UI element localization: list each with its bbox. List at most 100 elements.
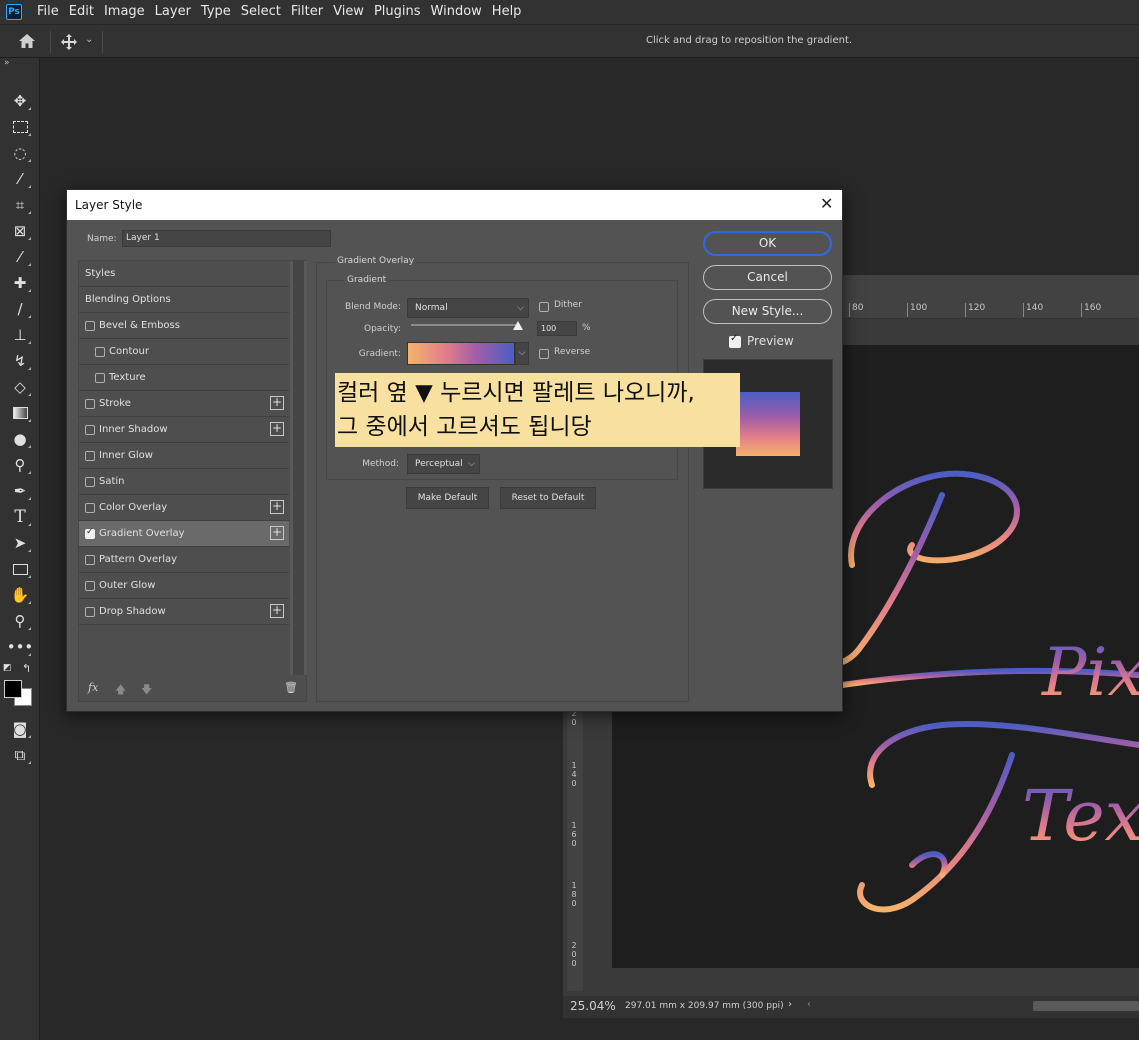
gradient-swatch[interactable] [407,342,515,365]
panel-collapse-icon[interactable]: » [4,58,10,68]
style-checkbox[interactable] [95,347,105,357]
stamp-icon[interactable]: ⊥ [8,324,32,346]
style-item-contour[interactable]: Contour [79,339,289,365]
swap-colors-icon[interactable]: ↰ [22,662,31,675]
screen-mode-icon[interactable]: ⧉ [8,744,32,766]
move-up-icon[interactable]: 🡅 [115,681,126,700]
scroll-left-icon[interactable]: ‹ [807,999,811,1010]
menu-filter[interactable]: Filter [286,0,328,24]
menu-plugins[interactable]: Plugins [369,0,426,24]
style-item-inner-glow[interactable]: Inner Glow [79,443,289,469]
menu-select[interactable]: Select [236,0,286,24]
zoom-icon[interactable]: ⚲ [8,610,32,632]
make-default-button[interactable]: Make Default [406,487,489,509]
style-item-drop-shadow[interactable]: Drop Shadow + [79,599,289,625]
pen-icon[interactable]: ✒ [8,480,32,502]
add-effect-icon[interactable]: + [270,526,284,540]
path-select-icon[interactable]: ➤ [8,532,32,554]
home-icon[interactable] [18,33,36,49]
marquee-icon[interactable] [8,116,32,138]
eraser-icon[interactable]: ◇ [8,376,32,398]
reset-to-default-button[interactable]: Reset to Default [500,487,596,509]
zoom-level[interactable]: 25.04% [570,999,616,1013]
method-select[interactable]: Perceptual ⌵ [407,454,480,474]
gradient-picker-chevron-icon[interactable]: ⌵ [515,342,529,365]
blur-icon[interactable]: ● [8,428,32,450]
ok-button[interactable]: OK [703,231,832,256]
fx-icon[interactable]: fx [88,681,98,694]
rectangle-icon[interactable] [8,558,32,580]
menu-window[interactable]: Window [426,0,487,24]
more-icon[interactable]: ••• [7,636,33,658]
gradient-icon[interactable] [8,402,32,424]
menu-layer[interactable]: Layer [150,0,196,24]
dither-checkbox[interactable] [539,302,549,312]
healing-icon[interactable]: ✚ [8,272,32,294]
close-icon[interactable]: ✕ [820,194,833,213]
styles-list-footer: fx 🡅 🡇 🗑 [79,675,308,703]
opacity-input[interactable]: 100 [537,321,577,336]
horizontal-scrollbar[interactable] [1033,1001,1139,1011]
layer-name-field[interactable]: Layer 1 [122,230,331,247]
move-tool-icon[interactable] [60,33,78,51]
style-item-satin[interactable]: Satin [79,469,289,495]
style-item-pattern-overlay[interactable]: Pattern Overlay [79,547,289,573]
style-item-outer-glow[interactable]: Outer Glow [79,573,289,599]
add-effect-icon[interactable]: + [270,396,284,410]
style-item-gradient-overlay[interactable]: Gradient Overlay + [79,521,289,547]
style-checkbox[interactable] [85,503,95,513]
default-colors-icon[interactable]: ◩ [3,663,12,673]
add-effect-icon[interactable]: + [270,500,284,514]
quick-mask-icon[interactable]: ◙ [8,718,32,740]
brush-icon[interactable]: ∕ [8,298,32,320]
move-down-icon[interactable]: 🡇 [141,681,152,700]
style-item-texture[interactable]: Texture [79,365,289,391]
add-effect-icon[interactable]: + [270,422,284,436]
dodge-icon[interactable]: ⚲ [8,454,32,476]
status-next-icon[interactable]: › [788,999,792,1010]
preview-checkbox[interactable] [729,333,741,348]
style-checkbox[interactable] [85,527,95,539]
opacity-slider[interactable] [411,321,523,330]
style-checkbox[interactable] [95,373,105,383]
hand-icon[interactable]: ✋ [8,584,32,606]
menu-edit[interactable]: Edit [64,0,99,24]
style-item-inner-shadow[interactable]: Inner Shadow + [79,417,289,443]
style-item-bevel-emboss[interactable]: Bevel & Emboss [79,313,289,339]
magic-wand-icon[interactable]: ⁄ [8,168,32,190]
style-item-stroke[interactable]: Stroke + [79,391,289,417]
history-brush-icon[interactable]: ↯ [8,350,32,372]
opacity-slider-handle[interactable] [513,321,523,330]
menu-image[interactable]: Image [99,0,150,24]
style-checkbox[interactable] [85,399,95,409]
menu-file[interactable]: File [32,0,64,24]
menu-help[interactable]: Help [487,0,527,24]
trash-icon[interactable]: 🗑 [284,681,298,694]
new-style-button[interactable]: New Style... [703,299,832,324]
style-checkbox[interactable] [85,555,95,565]
style-item-color-overlay[interactable]: Color Overlay + [79,495,289,521]
style-item-blending-options[interactable]: Blending Options [79,287,289,313]
style-checkbox[interactable] [85,425,95,435]
style-checkbox[interactable] [85,607,95,617]
style-checkbox[interactable] [85,477,95,487]
style-checkbox[interactable] [85,581,95,591]
type-icon[interactable]: T [8,506,32,528]
crop-icon[interactable]: ⌗ [8,194,32,216]
cancel-button[interactable]: Cancel [703,265,832,290]
styles-scrollbar[interactable] [290,261,307,675]
eyedropper-icon[interactable]: ⁄ [8,246,32,268]
style-item-styles[interactable]: Styles [79,261,289,287]
menu-view[interactable]: View [328,0,369,24]
lasso-icon[interactable]: ◌ [8,142,32,164]
foreground-color-swatch[interactable] [4,680,22,698]
style-checkbox[interactable] [85,321,95,331]
style-checkbox[interactable] [85,451,95,461]
menu-type[interactable]: Type [196,0,236,24]
blend-mode-select[interactable]: Normal ⌵ [407,298,529,318]
add-effect-icon[interactable]: + [270,604,284,618]
frame-icon[interactable]: ⊠ [8,220,32,242]
move-icon[interactable]: ✥ [8,90,32,112]
tool-preset-chevron-icon[interactable]: ⌄ [85,34,93,45]
reverse-checkbox[interactable] [539,349,549,359]
